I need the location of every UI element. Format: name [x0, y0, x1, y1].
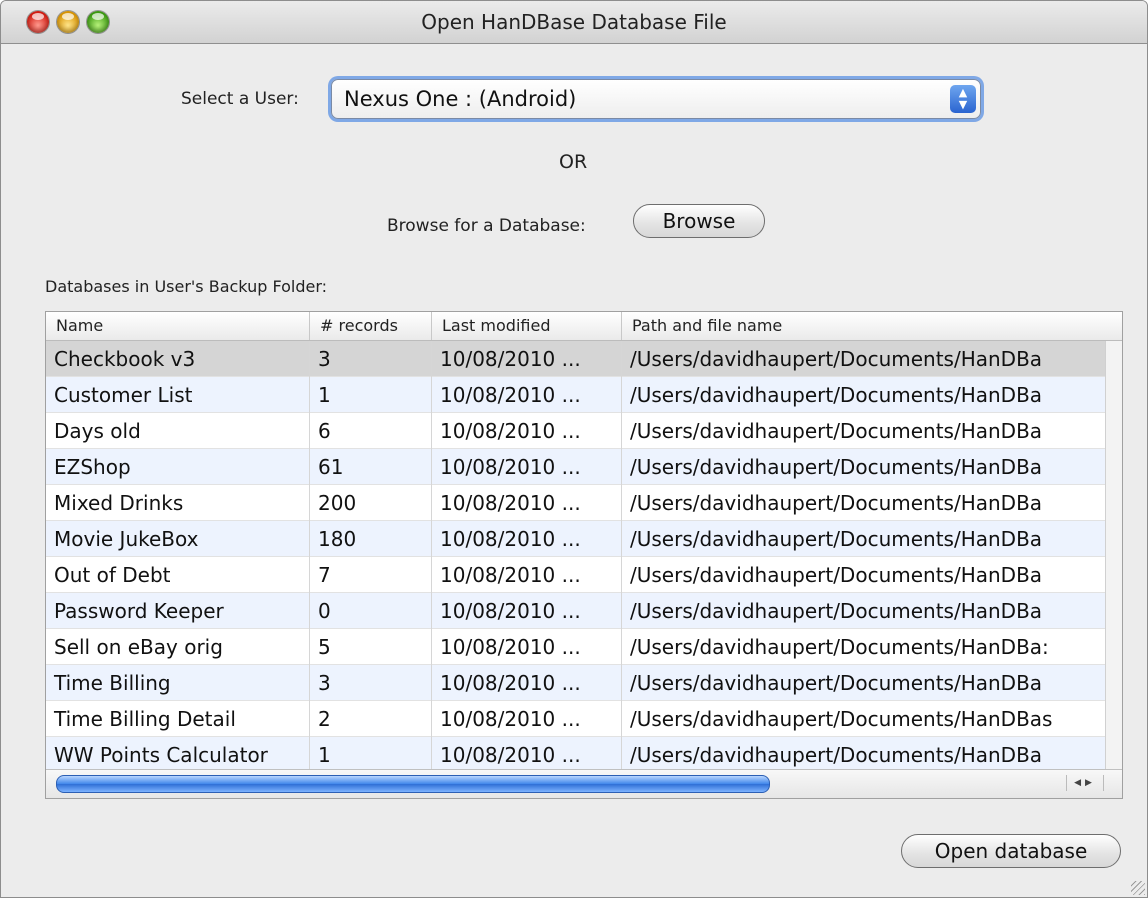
browse-button[interactable]: Browse: [633, 204, 765, 238]
table-cell-path: /Users/davidhaupert/Documents/HanDBa:: [630, 635, 1049, 659]
table-header: Name # records Last modified Path and fi…: [46, 312, 1122, 341]
table-row[interactable]: Time Billing Detail 2 10/08/2010 ... /Users…: [46, 701, 1106, 737]
table-cell-name: Mixed Drinks: [46, 485, 310, 521]
column-header-records[interactable]: # records: [310, 312, 432, 340]
table-cell-records: 2: [310, 701, 432, 737]
table-cell-modified: 10/08/2010 ...: [432, 341, 622, 377]
title-bar[interactable]: Open HanDBase Database File: [1, 1, 1147, 44]
table-row[interactable]: WW Points Calculator 1 10/08/2010 ... /User…: [46, 737, 1106, 773]
databases-table[interactable]: Name # records Last modified Path and fi…: [45, 311, 1123, 799]
table-cell-modified: 10/08/2010 ...: [432, 593, 622, 629]
table-cell-name: Out of Debt: [46, 557, 310, 593]
table-cell-modified: 10/08/2010 ...: [432, 413, 622, 449]
table-row[interactable]: Password Keeper 0 10/08/2010 ... /Users/dav…: [46, 593, 1106, 629]
table-cell-records: 180: [310, 521, 432, 557]
window-title: Open HanDBase Database File: [421, 10, 727, 34]
table-cell-modified: 10/08/2010 ...: [432, 521, 622, 557]
table-cell-path: /Users/davidhaupert/Documents/HanDBa: [630, 491, 1043, 515]
table-cell-path: /Users/davidhaupert/Documents/HanDBa: [630, 455, 1043, 479]
browse-label: Browse for a Database:: [387, 216, 586, 236]
updown-stepper-icon[interactable]: ▲ ▼: [950, 85, 976, 113]
databases-label: Databases in User's Backup Folder:: [45, 277, 328, 296]
table-cell-name: Time Billing: [46, 665, 310, 701]
table-cell-name: Checkbook v3: [46, 341, 310, 377]
resize-grip-icon[interactable]: [1131, 881, 1145, 895]
table-cell-name: EZShop: [46, 449, 310, 485]
table-cell-name: Password Keeper: [46, 593, 310, 629]
vertical-scrollbar[interactable]: [1105, 341, 1122, 769]
table-cell-path: /Users/davidhaupert/Documents/HanDBa: [630, 383, 1043, 407]
table-cell-path: /Users/davidhaupert/Documents/HanDBa: [630, 347, 1043, 371]
table-cell-records: 5: [310, 629, 432, 665]
table-cell-path: /Users/davidhaupert/Documents/HanDBa: [630, 563, 1043, 587]
table-row[interactable]: Time Billing 3 10/08/2010 ... /Users/davidh…: [46, 665, 1106, 701]
table-cell-name: Days old: [46, 413, 310, 449]
table-cell-records: 6: [310, 413, 432, 449]
table-cell-path: /Users/davidhaupert/Documents/HanDBas: [630, 707, 1053, 731]
select-user-label: Select a User:: [181, 89, 299, 109]
table-cell-path: /Users/davidhaupert/Documents/HanDBa: [630, 527, 1043, 551]
horizontal-scrollbar[interactable]: ◀▶: [46, 769, 1122, 798]
table-cell-records: 1: [310, 737, 432, 773]
table-row[interactable]: Days old 6 10/08/2010 ... /Users/davidhaupe…: [46, 413, 1106, 449]
table-row[interactable]: Mixed Drinks 200 10/08/2010 ... /Users/davi…: [46, 485, 1106, 521]
scroll-left-icon[interactable]: ◀: [1074, 778, 1085, 788]
table-cell-path: /Users/davidhaupert/Documents/HanDBa: [630, 743, 1043, 767]
table-cell-records: 3: [310, 665, 432, 701]
table-cell-records: 7: [310, 557, 432, 593]
table-cell-name: Customer List: [46, 377, 310, 413]
table-cell-path: /Users/davidhaupert/Documents/HanDBa: [630, 671, 1043, 695]
table-cell-modified: 10/08/2010 ...: [432, 557, 622, 593]
table-row[interactable]: Out of Debt 7 10/08/2010 ... /Users/davidha…: [46, 557, 1106, 593]
table-cell-records: 3: [310, 341, 432, 377]
table-cell-records: 0: [310, 593, 432, 629]
table-cell-name: Sell on eBay orig: [46, 629, 310, 665]
table-cell-path: /Users/davidhaupert/Documents/HanDBa: [630, 419, 1043, 443]
table-cell-records: 200: [310, 485, 432, 521]
table-row[interactable]: Customer List 1 10/08/2010 ... /Users/david…: [46, 377, 1106, 413]
scroll-right-icon[interactable]: ▶: [1085, 778, 1096, 788]
or-text: OR: [559, 151, 588, 173]
table-cell-modified: 10/08/2010 ...: [432, 485, 622, 521]
table-cell-modified: 10/08/2010 ...: [432, 449, 622, 485]
table-cell-records: 61: [310, 449, 432, 485]
column-header-name[interactable]: Name: [46, 312, 310, 340]
table-cell-modified: 10/08/2010 ...: [432, 737, 622, 773]
table-row[interactable]: Sell on eBay orig 5 10/08/2010 ... /Users/d…: [46, 629, 1106, 665]
table-cell-path: /Users/davidhaupert/Documents/HanDBa: [630, 599, 1043, 623]
table-cell-modified: 10/08/2010 ...: [432, 629, 622, 665]
column-header-modified[interactable]: Last modified: [432, 312, 622, 340]
table-cell-name: Movie JukeBox: [46, 521, 310, 557]
table-cell-modified: 10/08/2010 ...: [432, 665, 622, 701]
user-select[interactable]: Nexus One : (Android) ▲ ▼: [331, 79, 981, 119]
table-cell-name: Time Billing Detail: [46, 701, 310, 737]
table-cell-modified: 10/08/2010 ...: [432, 377, 622, 413]
table-row[interactable]: Checkbook v3 3 10/08/2010 ... /Users/davidh…: [46, 341, 1106, 377]
dialog-window: Open HanDBase Database File Select a Use…: [0, 0, 1148, 898]
table-cell-modified: 10/08/2010 ...: [432, 701, 622, 737]
open-database-button[interactable]: Open database: [901, 834, 1121, 868]
user-select-value: Nexus One : (Android): [344, 87, 577, 111]
horizontal-scroll-thumb[interactable]: [56, 775, 770, 793]
column-header-path[interactable]: Path and file name: [622, 312, 1122, 340]
table-row[interactable]: Movie JukeBox 180 10/08/2010 ... /Users/dav…: [46, 521, 1106, 557]
scroll-arrows[interactable]: ◀▶: [1066, 775, 1104, 791]
table-cell-records: 1: [310, 377, 432, 413]
table-row[interactable]: EZShop 61 10/08/2010 ... /Users/davidhauper…: [46, 449, 1106, 485]
table-cell-name: WW Points Calculator: [46, 737, 310, 773]
